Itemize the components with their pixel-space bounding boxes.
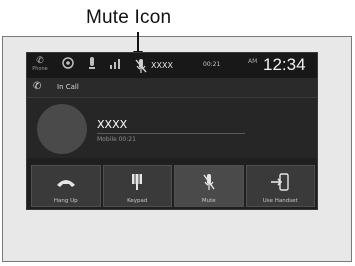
contact-detail: Mobile 00:21	[97, 136, 136, 143]
signal-icon	[107, 56, 125, 74]
avatar	[37, 104, 87, 154]
contact-name: XXXX	[97, 118, 128, 131]
hang-up-label: Hang Up	[53, 198, 78, 204]
phone-menu-icon[interactable]: ✆ Phone	[31, 56, 49, 74]
call-timer: 00:21	[203, 61, 221, 68]
hang-up-button[interactable]: Hang Up	[31, 165, 101, 207]
keypad-icon	[131, 172, 143, 192]
keypad-button[interactable]: Keypad	[102, 165, 172, 207]
use-handset-label: Use Handset	[262, 198, 298, 204]
status-bar: ✆ Phone XXXX 00:21 AM 12:34	[27, 53, 317, 78]
mute-button[interactable]: Mute	[174, 165, 244, 207]
mute-label: Mute	[201, 198, 216, 204]
callout-label: Mute Icon	[86, 7, 172, 28]
use-handset-icon	[270, 172, 290, 192]
hang-up-icon	[55, 172, 77, 192]
use-handset-button[interactable]: Use Handset	[245, 165, 315, 207]
keypad-label: Keypad	[127, 198, 148, 204]
clock-meridiem: AM	[248, 58, 258, 65]
call-action-buttons: Hang Up Keypad Mute Use Handset	[31, 165, 315, 207]
clock: 12:34	[263, 55, 306, 74]
mute-icon	[202, 172, 216, 192]
notifications-icon[interactable]	[83, 56, 101, 74]
call-status-bar: ✆ In Call	[27, 78, 317, 98]
phone-call-screen: ✆ Phone XXXX 00:21 AM 12:34 ✆ In Call XX…	[26, 52, 318, 210]
contact-panel: XXXX Mobile 00:21	[27, 98, 317, 158]
mute-microphone-icon	[135, 58, 147, 74]
phone-icon: ✆	[33, 81, 42, 92]
divider	[97, 133, 245, 134]
callout-leader-line	[137, 32, 139, 52]
settings-icon[interactable]	[59, 56, 77, 74]
call-status-label: In Call	[57, 83, 79, 91]
status-caller-name: XXXX	[151, 61, 173, 70]
